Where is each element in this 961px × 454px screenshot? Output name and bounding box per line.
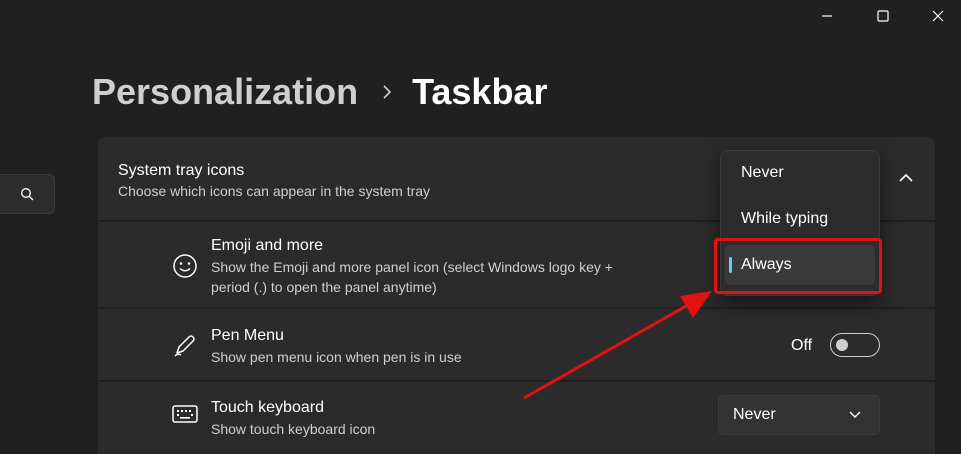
annotation-arrow [523, 291, 712, 400]
